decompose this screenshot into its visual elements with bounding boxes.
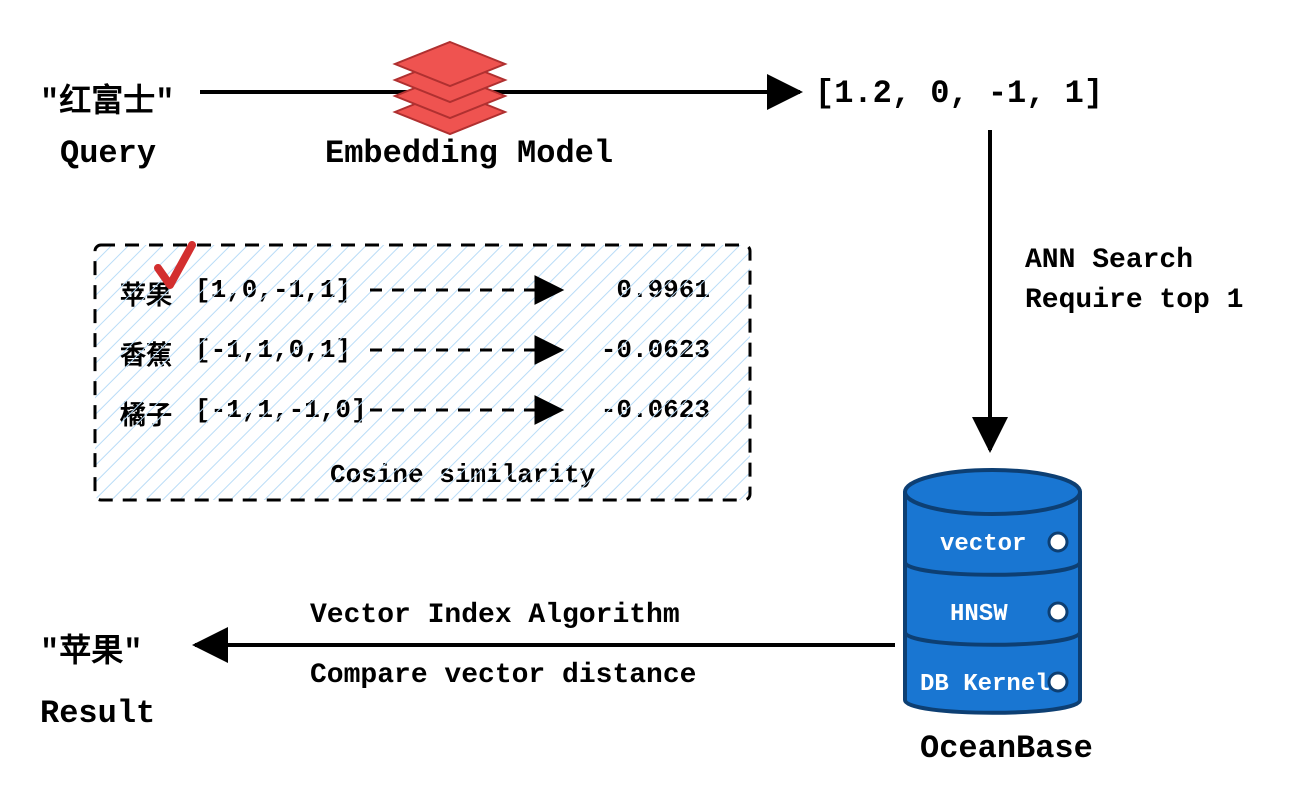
embedding-model-icon: [395, 42, 505, 134]
cosine-box: [95, 245, 750, 500]
database-icon: vector HNSW DB Kernel: [905, 470, 1080, 713]
diagram-svg: vector HNSW DB Kernel: [0, 0, 1312, 806]
db-layer3: DB Kernel: [920, 671, 1050, 698]
db-layer2: HNSW: [950, 601, 1008, 628]
db-layer1: vector: [940, 531, 1026, 558]
